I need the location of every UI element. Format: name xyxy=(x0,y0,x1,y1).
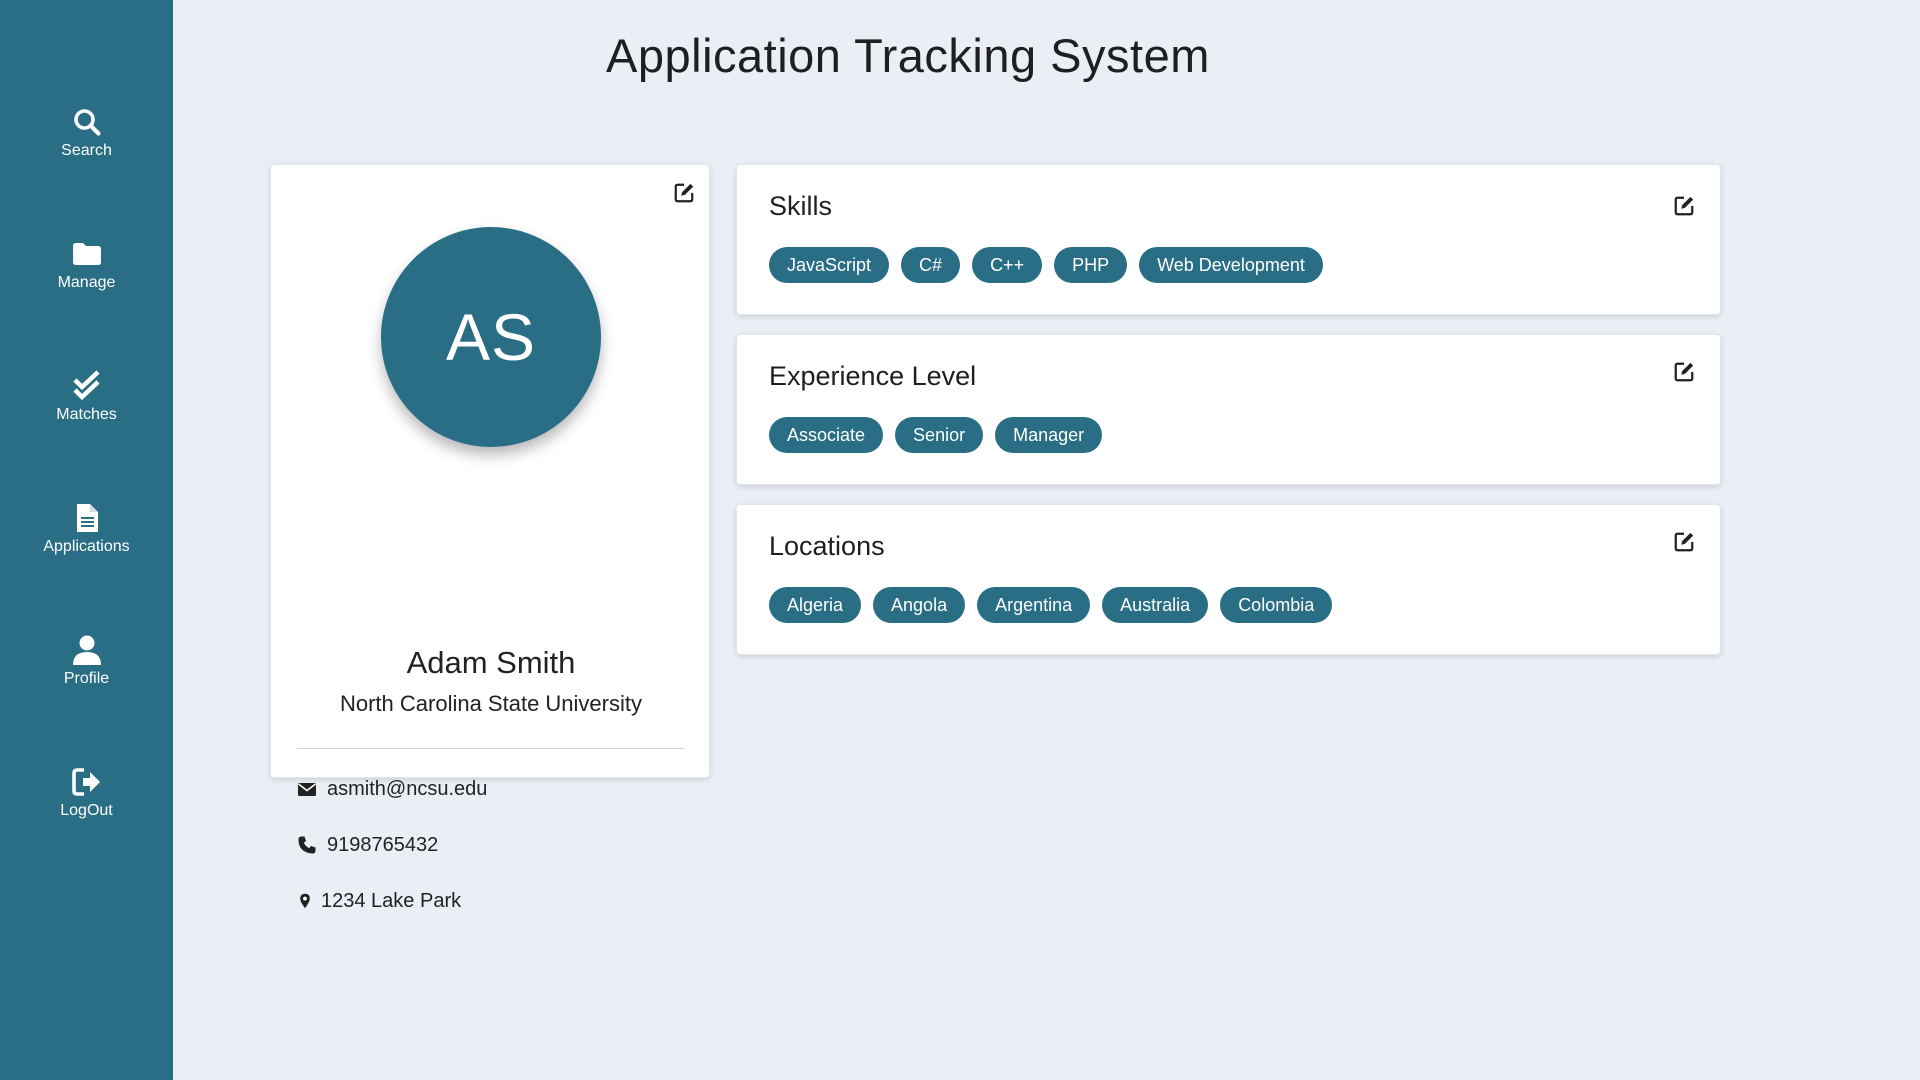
nav-item-logout[interactable]: LogOut xyxy=(0,766,173,866)
nav-item-search[interactable]: Search xyxy=(0,106,173,206)
tag-chip[interactable]: Web Development xyxy=(1139,247,1323,283)
avatar: AS xyxy=(381,227,601,447)
nav-label-manage: Manage xyxy=(57,274,116,291)
section-title: Skills xyxy=(769,191,833,221)
contact-address: 1234 Lake Park xyxy=(297,887,461,915)
tag-chip[interactable]: C# xyxy=(901,247,961,283)
tag-chip[interactable]: Senior xyxy=(895,417,984,453)
locations-card: Locations Algeria Angola Argentina Austr… xyxy=(736,504,1721,655)
skills-tags: JavaScript C# C++ PHP Web Development xyxy=(769,247,1323,283)
locations-tags: Algeria Angola Argentina Australia Colom… xyxy=(769,587,1333,623)
profile-name: Adam Smith xyxy=(406,645,576,680)
map-marker-icon xyxy=(300,893,310,909)
tag-chip[interactable]: JavaScript xyxy=(769,247,890,283)
section-title: Experience Level xyxy=(769,361,977,391)
email-text: asmith@ncsu.edu xyxy=(327,777,488,800)
profile-card: AS Adam Smith North Carolina State Unive… xyxy=(270,164,710,912)
page-title: Application Tracking System xyxy=(606,29,1210,82)
nav-item-matches[interactable]: Matches xyxy=(0,370,173,470)
phone-text: 9198765432 xyxy=(327,833,439,856)
tag-chip[interactable]: Australia xyxy=(1102,587,1209,623)
tag-chip[interactable]: Manager xyxy=(995,417,1103,453)
user-icon xyxy=(72,635,101,665)
edit-icon[interactable] xyxy=(1673,195,1695,217)
tag-chip[interactable]: Associate xyxy=(769,417,884,453)
nav-item-manage[interactable]: Manage xyxy=(0,238,173,338)
skills-card: Skills JavaScript C# C++ PHP Web Develop… xyxy=(736,164,1721,315)
sign-out-icon xyxy=(71,768,100,796)
tag-chip[interactable]: Algeria xyxy=(769,587,862,623)
experience-tags: Associate Senior Manager xyxy=(769,417,1103,453)
double-check-icon xyxy=(72,370,100,401)
experience-card: Experience Level Associate Senior Manage… xyxy=(736,334,1721,485)
profile-university: North Carolina State University xyxy=(339,691,642,716)
tag-chip[interactable]: Argentina xyxy=(977,587,1091,623)
tag-chip[interactable]: Colombia xyxy=(1220,587,1333,623)
edit-icon[interactable] xyxy=(1673,361,1695,383)
section-title: Locations xyxy=(769,531,885,561)
tag-chip[interactable]: Angola xyxy=(873,587,966,623)
envelope-icon xyxy=(298,783,316,796)
contact-phone: 9198765432 xyxy=(297,831,438,859)
nav-label-applications: Applications xyxy=(43,538,130,555)
address-text: 1234 Lake Park xyxy=(321,889,462,912)
divider xyxy=(297,748,685,749)
nav-label-search: Search xyxy=(61,142,112,159)
nav-label-profile: Profile xyxy=(63,670,110,687)
contact-email: asmith@ncsu.edu xyxy=(297,775,487,803)
tag-chip[interactable]: PHP xyxy=(1054,247,1128,283)
nav-label-matches: Matches xyxy=(56,406,117,423)
folder-icon xyxy=(72,243,101,265)
document-icon xyxy=(76,504,98,532)
edit-icon[interactable] xyxy=(1673,531,1695,553)
nav-item-profile[interactable]: Profile xyxy=(0,634,173,734)
search-icon xyxy=(73,109,101,136)
phone-icon xyxy=(298,836,316,854)
tag-chip[interactable]: C++ xyxy=(972,247,1043,283)
nav-label-logout: LogOut xyxy=(60,802,113,819)
sidebar: Search Manage Matches Applications Profi… xyxy=(0,0,173,1080)
edit-icon[interactable] xyxy=(673,182,695,204)
nav-item-applications[interactable]: Applications xyxy=(0,502,173,602)
